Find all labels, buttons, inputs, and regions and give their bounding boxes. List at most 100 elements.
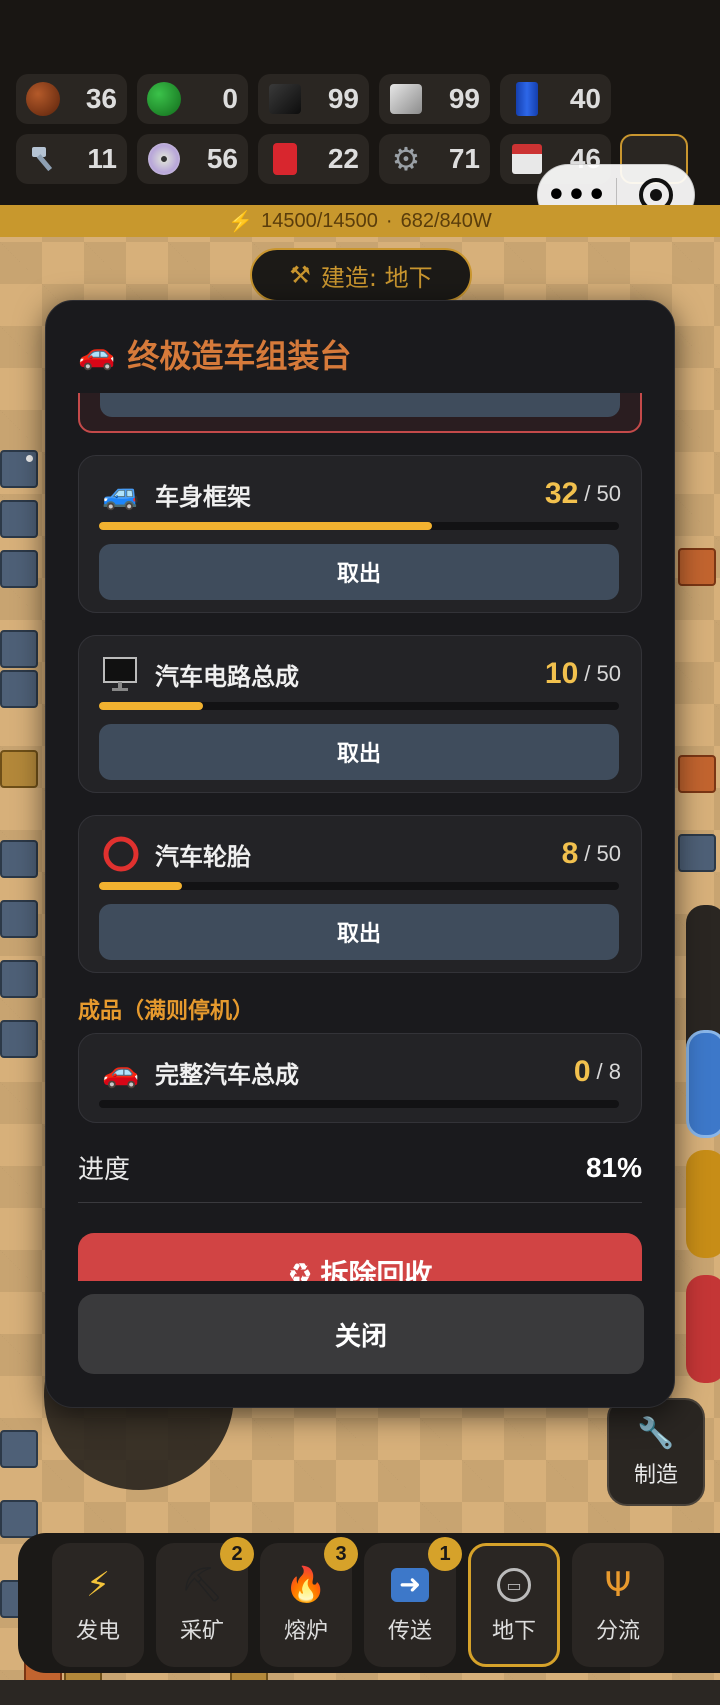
- gear-icon: ⚙: [391, 140, 421, 178]
- map-tile[interactable]: [0, 1020, 38, 1058]
- item-name: 车身框架: [155, 482, 251, 511]
- copper-ore-icon: [26, 82, 60, 116]
- take-out-button[interactable]: 取出: [99, 904, 619, 960]
- wrench-icon: 🔧: [637, 1415, 675, 1451]
- map-tile[interactable]: [0, 750, 38, 788]
- input-slot-card: 汽车轮胎 8 / 50 取出: [78, 815, 642, 973]
- map-tile[interactable]: [0, 670, 38, 708]
- tool-power[interactable]: ⚡ 发电: [52, 1543, 144, 1667]
- floppy-disk-icon: [510, 142, 544, 176]
- assembly-station-dialog: 🚗 终极造车组装台 🚙 车身框架 32 / 50 取出 汽车电路总成 10 / …: [45, 300, 675, 1408]
- lightning-icon: ⚡: [86, 1565, 110, 1605]
- coal-block-icon: [268, 82, 302, 116]
- craft-button-label: 制造: [633, 1462, 678, 1488]
- craft-button[interactable]: 🔧 制造: [607, 1398, 705, 1506]
- tool-furnace[interactable]: 3 🔥 熔炉: [260, 1537, 358, 1667]
- fire-icon: 🔥: [284, 1565, 328, 1605]
- side-panel-edge[interactable]: [686, 1275, 720, 1383]
- resource-steel[interactable]: 99: [379, 74, 490, 124]
- resource-oil[interactable]: 40: [500, 74, 611, 124]
- map-tile[interactable]: [0, 450, 38, 488]
- item-count: 0: [573, 1055, 591, 1088]
- resource-copper[interactable]: 36: [16, 74, 127, 124]
- oil-barrel-icon: [510, 82, 544, 116]
- map-tile[interactable]: [0, 900, 38, 938]
- disc-icon: [147, 142, 181, 176]
- bolt-screw-icon: [26, 142, 60, 176]
- cut-off-card: [78, 393, 642, 433]
- resource-count: 22: [327, 143, 359, 174]
- dialog-scroll-area[interactable]: 🚙 车身框架 32 / 50 取出 汽车电路总成 10 / 50 取出 汽车轮胎…: [78, 393, 642, 1281]
- map-tile[interactable]: [678, 548, 716, 586]
- power-separator: ·: [385, 209, 393, 232]
- map-tile[interactable]: [0, 1500, 38, 1538]
- side-panel-edge[interactable]: [686, 1030, 720, 1138]
- resource-count: 36: [85, 83, 117, 114]
- red-car-icon: 🚗: [102, 1054, 140, 1090]
- tool-conveyor[interactable]: 1 ➜ 传送: [364, 1537, 462, 1667]
- take-out-button[interactable]: 取出: [99, 544, 619, 600]
- red-car-icon: 🚗: [78, 336, 116, 372]
- close-button[interactable]: 关闭: [78, 1294, 644, 1374]
- item-name: 汽车轮胎: [155, 842, 251, 871]
- resource-count: 40: [569, 83, 601, 114]
- resource-row-1: 36 0 99 99 40: [16, 74, 611, 124]
- monitor-icon: [99, 654, 143, 694]
- dialog-title: 🚗 终极造车组装台: [78, 331, 351, 377]
- resource-coal[interactable]: 99: [258, 74, 369, 124]
- resource-gear[interactable]: ⚙ 71: [379, 134, 490, 184]
- fill-progress-bar: [99, 702, 619, 710]
- count-badge: 3: [324, 1537, 358, 1571]
- blue-car-icon: 🚙: [102, 476, 140, 512]
- output-section-label: 成品（满则停机）: [78, 999, 255, 1024]
- energy-value: 14500/14500: [261, 209, 378, 232]
- item-max: / 50: [584, 661, 621, 686]
- production-progress-row: 进度 81%: [78, 1133, 642, 1203]
- lightning-icon: ⚡: [228, 210, 254, 233]
- map-tile[interactable]: [0, 960, 38, 998]
- resource-disc[interactable]: 56: [137, 134, 248, 184]
- map-tile[interactable]: [0, 500, 38, 538]
- progress-value: 81%: [585, 1151, 642, 1183]
- dialog-title-text: 终极造车组装台: [127, 337, 352, 375]
- map-bottom-edge: [0, 1680, 720, 1705]
- resource-row-2: 11 56 22 ⚙ 71 46: [16, 134, 611, 184]
- item-max: / 50: [584, 841, 621, 866]
- map-tile[interactable]: [0, 550, 38, 588]
- wattage-value: 682/840W: [400, 209, 492, 232]
- tool-label: 熔炉: [283, 1619, 328, 1644]
- fill-progress-bar: [99, 1100, 619, 1108]
- map-tile[interactable]: [0, 840, 38, 878]
- resource-count: 0: [222, 83, 238, 114]
- tool-underground[interactable]: ▭ 地下: [468, 1543, 560, 1667]
- take-out-button[interactable]: [100, 393, 620, 417]
- item-count: 8: [561, 837, 579, 870]
- resource-green[interactable]: 0: [137, 74, 248, 124]
- hammer-icon: ⚒: [289, 261, 311, 289]
- tool-label: 传送: [387, 1619, 432, 1644]
- item-max: / 50: [584, 481, 621, 506]
- input-slot-card: 🚙 车身框架 32 / 50 取出: [78, 455, 642, 613]
- build-mode-indicator[interactable]: ⚒ 建造: 地下: [250, 248, 472, 302]
- tool-label: 采矿: [179, 1619, 224, 1644]
- map-tile[interactable]: [0, 1430, 38, 1468]
- dismantle-recycle-button[interactable]: ♻ 拆除回收: [78, 1233, 642, 1281]
- map-tile[interactable]: [678, 755, 716, 793]
- take-out-button[interactable]: 取出: [99, 724, 619, 780]
- map-tile[interactable]: [678, 834, 716, 872]
- side-panel-edge[interactable]: [686, 1150, 720, 1258]
- resource-fuel[interactable]: 22: [258, 134, 369, 184]
- right-arrow-icon: ➜: [391, 1565, 429, 1605]
- tool-splitter[interactable]: Ψ 分流: [572, 1543, 664, 1667]
- resource-bolt[interactable]: 11: [16, 134, 127, 184]
- power-status-bar: ⚡ 14500/14500 · 682/840W: [0, 205, 720, 237]
- output-slot-card: 🚗 完整汽车总成 0 / 8: [78, 1033, 642, 1123]
- tool-label: 发电: [75, 1619, 120, 1644]
- count-badge: 2: [220, 1537, 254, 1571]
- fill-progress-bar: [99, 882, 619, 890]
- tool-mining[interactable]: 2 ⛏ 采矿: [156, 1537, 254, 1667]
- fill-progress-bar: [99, 522, 619, 530]
- build-toolbar: ⚡ 发电 2 ⛏ 采矿 3 🔥 熔炉 1 ➜ 传送 ▭ 地下 Ψ 分流: [18, 1533, 720, 1673]
- fill-progress: [99, 882, 183, 890]
- map-tile[interactable]: [0, 630, 38, 668]
